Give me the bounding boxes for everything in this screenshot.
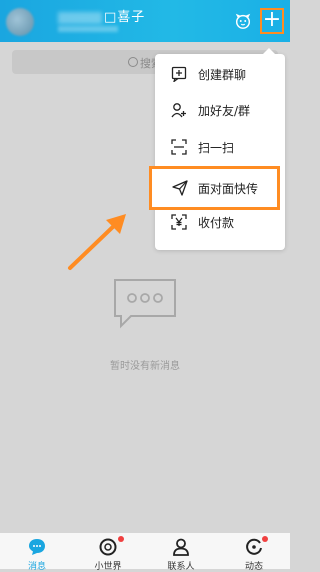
app-header: □喜子 +: [0, 0, 290, 42]
send-icon: [172, 180, 188, 196]
add-plus-button[interactable]: +: [260, 8, 284, 34]
bottom-tab-bar: 消息 小世界 联系人 动态: [0, 533, 290, 572]
menu-item-face-to-face-transfer[interactable]: 面对面快传: [149, 166, 280, 210]
menu-item-label: 面对面快传: [198, 182, 259, 196]
menu-item-label: 创建群聊: [198, 68, 247, 82]
search-icon: [128, 57, 138, 67]
feed-refresh-icon: [246, 538, 262, 555]
small-world-icon: [99, 538, 117, 556]
menu-item-label: 扫一扫: [198, 141, 235, 155]
plus-dropdown-menu: 创建群聊 加好友/群 扫一扫 收付款: [155, 48, 285, 250]
notification-dot: [262, 536, 268, 542]
annotation-arrow-icon: [68, 214, 126, 270]
tab-label: 动态: [244, 562, 263, 572]
menu-item-scan[interactable]: 扫一扫: [155, 129, 285, 165]
menu-item-create-group[interactable]: 创建群聊: [155, 56, 285, 92]
create-group-icon: [171, 66, 187, 82]
add-friend-icon: [171, 103, 186, 118]
menu-item-label: 收付款: [198, 216, 235, 230]
tab-feed[interactable]: 动态: [218, 533, 290, 572]
tab-label: 联系人: [167, 562, 195, 572]
menu-item-label: 加好友/群: [198, 104, 251, 118]
payment-icon: [171, 214, 187, 230]
empty-message-text: 暂时没有新消息: [110, 361, 180, 372]
tab-messages[interactable]: 消息: [1, 533, 73, 572]
tab-contacts[interactable]: 联系人: [145, 533, 217, 572]
blurred-name: [58, 11, 102, 24]
scan-icon: [171, 139, 187, 155]
empty-message-icon: [114, 279, 176, 329]
user-avatar[interactable]: [6, 8, 34, 36]
contacts-person-icon: [173, 538, 189, 556]
status-text: [58, 26, 118, 32]
tab-small-world[interactable]: 小世界: [72, 533, 144, 572]
menu-item-add-friend[interactable]: 加好友/群: [155, 92, 285, 128]
dog-face-icon[interactable]: [234, 12, 252, 30]
chat-bubble-icon: [29, 539, 45, 555]
username[interactable]: □喜子: [58, 6, 145, 25]
notification-dot: [118, 536, 124, 542]
tab-label: 消息: [27, 562, 46, 572]
tab-label: 小世界: [94, 562, 122, 572]
